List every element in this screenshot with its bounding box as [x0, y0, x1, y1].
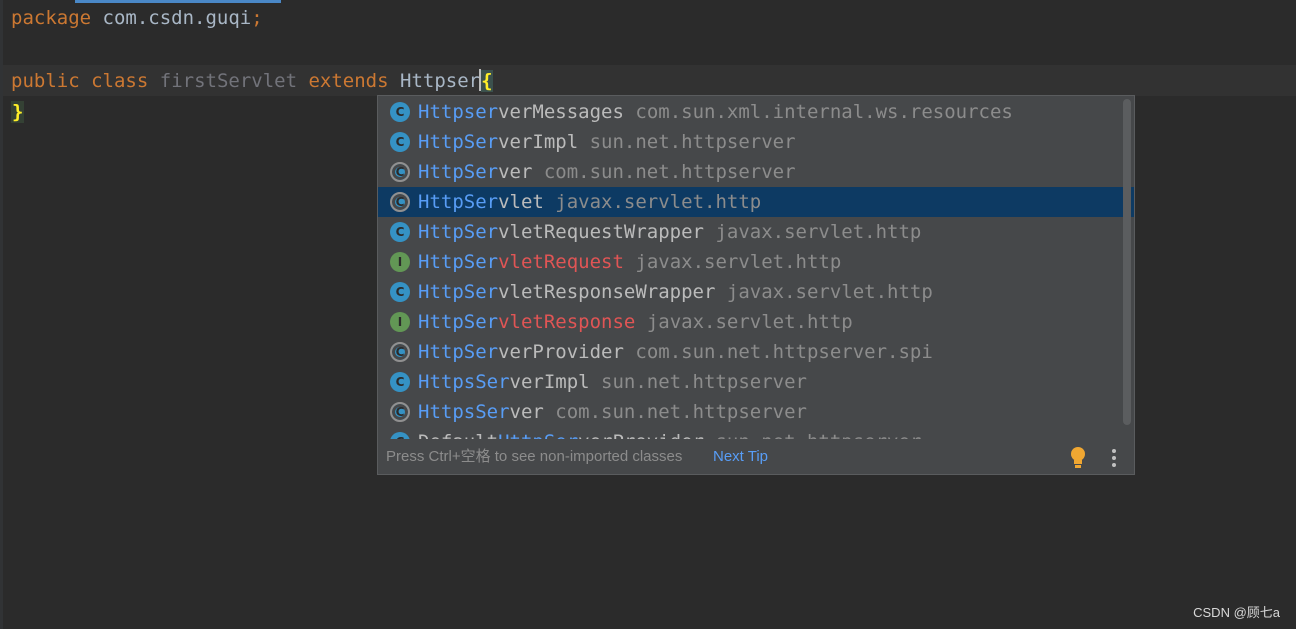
completion-item-match: HttpsSer [418, 371, 510, 393]
class-icon: C [390, 222, 410, 242]
completion-item-name-rest: verImpl [498, 131, 579, 153]
completion-item-match: HttpSer [418, 191, 499, 213]
completion-item[interactable]: C HttpServer com.sun.net.httpserver [378, 157, 1134, 187]
completion-item-match: HttpsSer [418, 401, 510, 423]
completion-item-match: HttpSer [418, 251, 499, 273]
completion-item-name-rest: ver [498, 161, 533, 183]
watermark: CSDN @顾七a [1193, 605, 1280, 620]
class-icon: C [390, 372, 410, 392]
lightbulb-icon[interactable] [1071, 447, 1085, 469]
completion-item[interactable]: C HttpServerProvider com.sun.net.httpserv… [378, 337, 1134, 367]
footer-hint: Press Ctrl+空格 to see non-imported classe… [386, 448, 683, 465]
completion-item-package: com.sun.xml.internal.ws.resources [635, 101, 1013, 123]
semicolon: ; [251, 7, 263, 29]
keyword-extends: extends [308, 70, 389, 92]
code-line-class-declaration[interactable]: public class firstServlet extends Httpse… [11, 66, 493, 96]
completion-item-package: javax.servlet.http [635, 251, 842, 273]
close-brace: } [11, 101, 25, 123]
completion-item-package: sun.net.httpserver [589, 131, 796, 153]
completion-item-package: javax.servlet.http [715, 221, 922, 243]
completion-item-package: com.sun.net.httpserver [555, 401, 807, 423]
abstract-class-icon: C [390, 192, 410, 212]
interface-icon: I [390, 252, 410, 272]
completion-item-name-rest: ver [509, 401, 544, 423]
completion-item-package: com.sun.net.httpserver.spi [635, 341, 933, 363]
keyword-class: class [91, 70, 149, 92]
completion-item[interactable]: C HttpServletRequestWrapper javax.servlet… [378, 217, 1134, 247]
completion-item-package: sun.net.httpserver [601, 371, 807, 393]
completion-item-match: HttpSer [418, 221, 499, 243]
completion-item-package: com.sun.net.httpserver [543, 161, 796, 183]
class-icon: C [390, 432, 410, 439]
completion-popup[interactable]: C HttpserverMessages com.sun.xml.internal… [377, 95, 1135, 475]
completion-item-match: HttpSer [498, 431, 578, 439]
completion-item-name-rest: vletRequestWrapper [498, 221, 704, 243]
completion-item-match: HttpSer [418, 281, 499, 303]
completion-item-match: HttpSer [418, 131, 499, 153]
class-icon: C [390, 282, 410, 302]
code-line-close-brace[interactable]: } [11, 97, 25, 127]
completion-item-match: HttpSer [418, 161, 499, 183]
completion-item[interactable]: I HttpServletResponse javax.servlet.http [378, 307, 1134, 337]
completion-scrollbar[interactable] [1123, 99, 1131, 425]
keyword-package: package [11, 7, 92, 29]
next-tip-link[interactable]: Next Tip [713, 440, 768, 474]
more-options-icon[interactable] [1112, 449, 1118, 469]
completion-item-match: HttpSer [418, 311, 499, 333]
abstract-class-icon: C [390, 342, 410, 362]
completion-item[interactable]: C HttpServerImpl sun.net.httpserver [378, 127, 1134, 157]
code-line-package[interactable]: package com.csdn.guqi; [11, 3, 263, 33]
interface-icon: I [390, 312, 410, 332]
open-brace: { [481, 70, 493, 92]
completion-item-package: sun.net.httpserver [715, 431, 921, 439]
completion-item-package: javax.servlet.http [555, 191, 762, 213]
completion-item[interactable]: C HttpServlet javax.servlet.http [378, 187, 1134, 217]
completion-item[interactable]: C DefaultHttpServerProvider sun.net.https… [378, 427, 1134, 439]
completion-item-match: Httpser [418, 101, 499, 123]
abstract-class-icon: C [390, 402, 410, 422]
class-icon: C [390, 102, 410, 122]
package-name: com.csdn.guqi [102, 7, 252, 29]
completion-item-match: HttpSer [418, 341, 499, 363]
typed-text: Httpser [400, 70, 481, 92]
completion-item-name-rest: vlet [498, 191, 544, 213]
completion-list[interactable]: C HttpserverMessages com.sun.xml.internal… [378, 97, 1134, 439]
completion-item-name-rest: verProvider [578, 431, 704, 439]
completion-footer: Press Ctrl+空格 to see non-imported classe… [378, 440, 1134, 474]
completion-item-name-rest: vletRequest [498, 251, 624, 273]
keyword-public: public [11, 70, 80, 92]
completion-item-name-rest: verImpl [509, 371, 590, 393]
completion-item[interactable]: C HttpsServerImpl sun.net.httpserver [378, 367, 1134, 397]
completion-item-name-rest: verMessages [498, 101, 624, 123]
completion-item-package: javax.servlet.http [726, 281, 933, 303]
abstract-class-icon: C [390, 162, 410, 182]
completion-item-name-rest: vletResponse [498, 311, 636, 333]
completion-item-package: javax.servlet.http [646, 311, 853, 333]
completion-item-prefix: Default [418, 431, 498, 439]
completion-item[interactable]: C HttpServletResponseWrapper javax.servle… [378, 277, 1134, 307]
completion-item-name-rest: verProvider [498, 341, 624, 363]
class-icon: C [390, 132, 410, 152]
completion-item-name-rest: vletResponseWrapper [498, 281, 716, 303]
completion-item[interactable]: I HttpServletRequest javax.servlet.http [378, 247, 1134, 277]
completion-item[interactable]: C HttpsServer com.sun.net.httpserver [378, 397, 1134, 427]
completion-item[interactable]: C HttpserverMessages com.sun.xml.internal… [378, 97, 1134, 127]
class-name: firstServlet [159, 70, 298, 92]
